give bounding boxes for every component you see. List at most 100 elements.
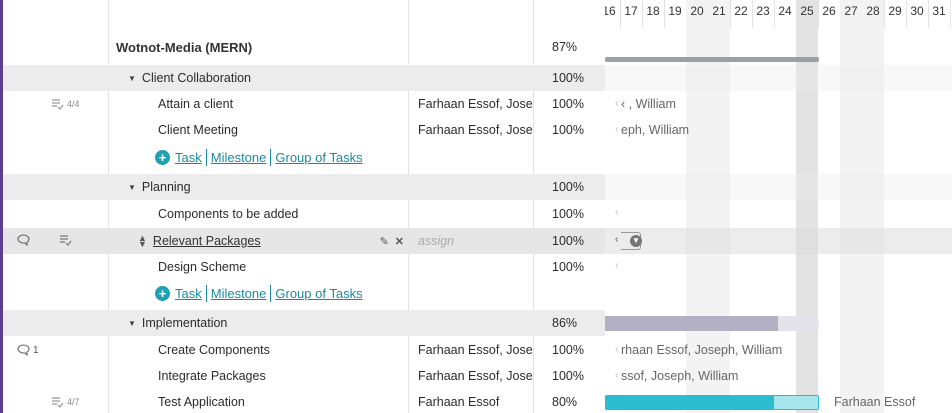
- plus-circle-icon[interactable]: +: [155, 285, 170, 301]
- scroll-left-icon[interactable]: ‹: [615, 234, 618, 245]
- comment-button[interactable]: [17, 234, 30, 246]
- subtasks-indicator[interactable]: 4/4: [51, 98, 80, 110]
- add-milestone-link[interactable]: Milestone: [207, 150, 271, 165]
- caret-down-icon[interactable]: ▼: [128, 74, 136, 83]
- subtasks-count: 4/4: [67, 99, 80, 109]
- task-percent: 100%: [552, 369, 584, 383]
- subtasks-indicator[interactable]: 4/7: [51, 396, 80, 408]
- caret-down-icon[interactable]: ▼: [128, 183, 136, 192]
- drag-handle-icon[interactable]: ▲ ▼: [138, 234, 147, 249]
- task-name[interactable]: Components to be added: [158, 207, 298, 221]
- scroll-left-icon[interactable]: ‹: [615, 370, 618, 381]
- scroll-left-icon[interactable]: ‹: [615, 344, 618, 355]
- group-name[interactable]: Client Collaboration: [142, 71, 251, 85]
- group-row-planning[interactable]: ▼ Planning 100%: [3, 174, 605, 200]
- task-name[interactable]: Design Scheme: [158, 260, 246, 274]
- day-label: 27: [844, 4, 858, 18]
- task-table: Wotnot-Media (MERN) 87% ▼ Client Collabor…: [3, 0, 605, 413]
- task-row[interactable]: Components to be added 100%: [3, 201, 605, 227]
- add-group-link[interactable]: Group of Tasks: [271, 286, 366, 301]
- task-row[interactable]: 4/7 Test Application Farhaan Essof 80%: [3, 389, 605, 413]
- scroll-left-icon[interactable]: ‹: [615, 98, 618, 109]
- close-icon[interactable]: ✕: [395, 235, 404, 248]
- group-name[interactable]: Implementation: [142, 316, 227, 330]
- day-label: 19: [668, 4, 682, 18]
- pencil-icon[interactable]: ✎: [380, 235, 389, 248]
- task-percent: 100%: [552, 234, 584, 248]
- day-label: 24: [778, 4, 792, 18]
- scroll-left-icon[interactable]: ‹: [615, 124, 618, 135]
- scroll-left-icon[interactable]: ‹: [615, 260, 618, 271]
- milestone-marker[interactable]: ▼: [621, 232, 642, 250]
- day-column-29: [884, 0, 906, 413]
- gantt-group-bg: [605, 65, 952, 91]
- day-column-26: [818, 0, 840, 413]
- task-percent: 100%: [552, 343, 584, 357]
- day-column-31: [928, 0, 950, 413]
- scroll-left-icon[interactable]: ‹: [615, 207, 618, 218]
- task-row[interactable]: Design Scheme 100%: [3, 254, 605, 280]
- task-percent: 100%: [552, 97, 584, 111]
- day-label: 18: [646, 4, 660, 18]
- gantt-group-bg: [605, 174, 952, 200]
- day-column-27: [840, 0, 862, 413]
- project-summary-bar[interactable]: [605, 57, 819, 62]
- add-task-link[interactable]: Task: [175, 286, 206, 301]
- gantt-task-label: Farhaan Essof: [834, 395, 916, 409]
- group-row-implementation[interactable]: ▼ Implementation 86%: [3, 310, 605, 336]
- implementation-progress-bar[interactable]: [605, 316, 778, 331]
- add-items-row: + Task Milestone Group of Tasks: [3, 144, 605, 170]
- group-percent: 100%: [552, 71, 584, 85]
- project-row[interactable]: Wotnot-Media (MERN) 87%: [3, 33, 605, 61]
- gantt-chart[interactable]: 16 17 18 19 20 21 22 23 24 25 26 27 28 29 30 31 ‹ ‹ , W…: [605, 0, 952, 413]
- day-label: 25: [800, 4, 814, 18]
- task-row[interactable]: Integrate Packages Farhaan Essof, Jose 1…: [3, 363, 605, 389]
- day-label: 21: [712, 4, 726, 18]
- caret-down-icon[interactable]: ▼: [128, 319, 136, 328]
- task-name[interactable]: Create Components: [158, 343, 270, 357]
- chevron-down-icon[interactable]: ▼: [630, 235, 642, 247]
- task-name[interactable]: Attain a client: [158, 97, 233, 111]
- task-row[interactable]: Client Meeting Farhaan Essof, Jose 100%: [3, 117, 605, 143]
- day-column-30: [906, 0, 928, 413]
- task-row[interactable]: 1 Create Components Farhaan Essof, Jose …: [3, 337, 605, 363]
- add-task-link[interactable]: Task: [175, 150, 206, 165]
- add-milestone-link[interactable]: Milestone: [207, 286, 271, 301]
- task-percent: 100%: [552, 207, 584, 221]
- project-title[interactable]: Wotnot-Media (MERN): [116, 40, 252, 55]
- task-name-link[interactable]: Relevant Packages: [153, 234, 261, 248]
- task-assignees[interactable]: Farhaan Essof, Jose: [418, 97, 533, 111]
- day-label: 31: [932, 4, 946, 18]
- task-name[interactable]: Integrate Packages: [158, 369, 266, 383]
- task-percent: 80%: [552, 395, 578, 409]
- task-row-selected[interactable]: ▲ ▼ Relevant Packages ✎ ✕ assign 100%: [3, 228, 605, 254]
- task-row[interactable]: 4/4 Attain a client Farhaan Essof, Jose …: [3, 91, 605, 117]
- subtasks-button[interactable]: [59, 234, 72, 246]
- day-label: 29: [888, 4, 902, 18]
- assign-field[interactable]: assign: [418, 234, 454, 248]
- comment-icon: [17, 234, 30, 246]
- comment-count: 1: [33, 344, 39, 356]
- task-assignees[interactable]: Farhaan Essof, Jose: [418, 123, 533, 137]
- plus-circle-icon[interactable]: +: [155, 149, 170, 165]
- group-percent: 86%: [552, 316, 578, 330]
- test-application-progress-bar[interactable]: [605, 395, 774, 410]
- day-label: 20: [690, 4, 704, 18]
- group-percent: 100%: [552, 180, 584, 194]
- day-label: 16: [605, 4, 616, 18]
- task-name[interactable]: Test Application: [158, 395, 245, 409]
- checklist-icon: [60, 235, 72, 246]
- gantt-selected-bg: [605, 228, 952, 254]
- comment-button[interactable]: 1: [17, 344, 39, 356]
- add-group-link[interactable]: Group of Tasks: [271, 150, 366, 165]
- task-assignees[interactable]: Farhaan Essof: [418, 395, 499, 409]
- group-row-client-collaboration[interactable]: ▼ Client Collaboration 100%: [3, 65, 605, 91]
- task-name[interactable]: Client Meeting: [158, 123, 238, 137]
- subtasks-count: 4/7: [67, 397, 80, 407]
- gantt-task-label: ssof, Joseph, William: [621, 369, 739, 383]
- task-assignees[interactable]: Farhaan Essof, Jose: [418, 369, 533, 383]
- group-name[interactable]: Planning: [142, 180, 191, 194]
- task-assignees[interactable]: Farhaan Essof, Jose: [418, 343, 533, 357]
- add-items-row: + Task Milestone Group of Tasks: [3, 280, 605, 306]
- day-column-28: [862, 0, 884, 413]
